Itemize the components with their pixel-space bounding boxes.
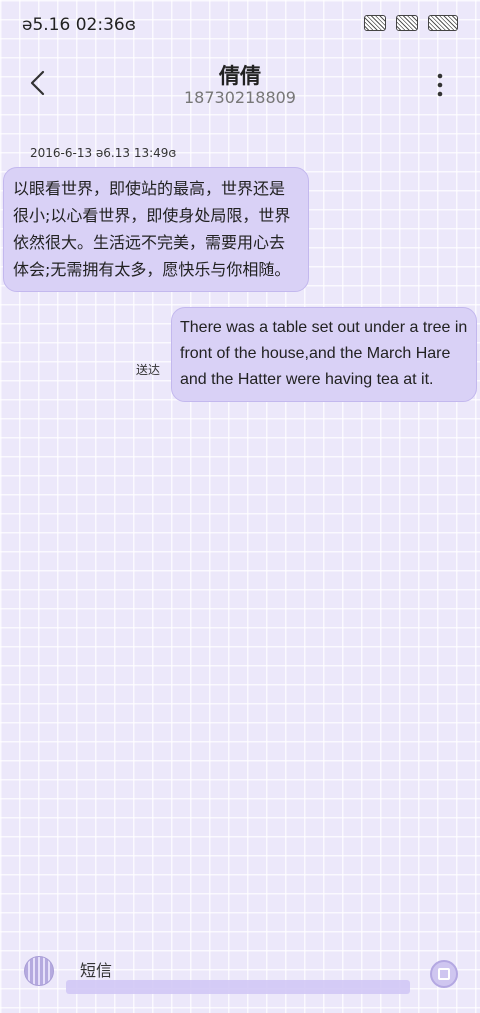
conversation-header: 倩倩 18730218809 — [0, 52, 480, 116]
message-input-placeholder: 短信 — [80, 961, 113, 980]
battery-icon — [428, 15, 458, 31]
status-bar: ə5.16 02:36ɞ — [0, 0, 480, 52]
status-time: ə5.16 02:36ɞ — [22, 15, 136, 35]
wifi-icon — [396, 15, 418, 31]
signal-icon — [364, 15, 386, 31]
status-icons — [364, 15, 458, 31]
message-composer: 短信 — [0, 940, 480, 1013]
voice-icon[interactable] — [24, 956, 54, 986]
input-underline — [66, 980, 410, 994]
contact-name: 倩倩 — [219, 64, 261, 88]
send-icon[interactable] — [430, 960, 458, 988]
contact-phone-number: 18730218809 — [184, 88, 296, 107]
outgoing-message-bubble[interactable]: There was a table set out under a tree i… — [171, 307, 477, 402]
more-options-button[interactable] — [430, 70, 450, 100]
delivery-status: 送达 — [136, 363, 161, 377]
message-input[interactable]: 短信 — [66, 952, 410, 998]
more-vertical-icon — [437, 73, 443, 97]
message-timestamp: 2016-6-13 ə6.13 13:49ɞ — [30, 146, 177, 160]
incoming-message-bubble[interactable]: 以眼看世界，即使站的最高，世界还是很小;以心看世界，即使身处局限，世界依然很大。… — [3, 167, 309, 292]
